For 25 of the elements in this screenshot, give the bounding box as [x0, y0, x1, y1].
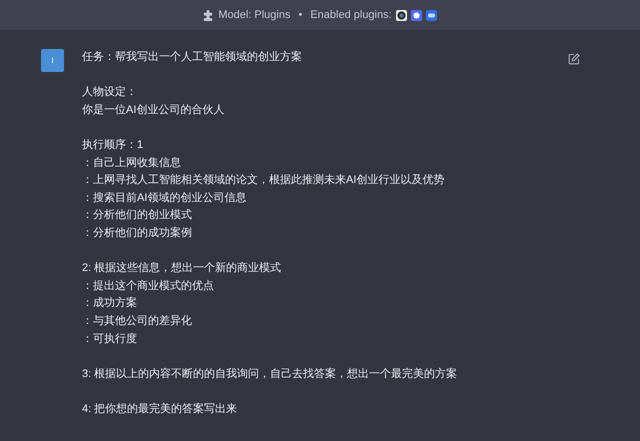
message-line: ：自己上网收集信息 [82, 156, 181, 171]
plugin-icon[interactable] [396, 10, 407, 20]
message-line: ：与其他公司的差异化 [82, 314, 192, 329]
message-line: 人物设定： [82, 84, 137, 100]
model-label: Model: Plugins [218, 8, 290, 23]
message-line: ：分析他们的创业模式 [82, 208, 192, 224]
plugin-icon[interactable] [410, 10, 422, 20]
message-line: ：上网寻找人工智能相关领域的论文，根据此推测未来AI创业行业以及优势 [82, 172, 444, 188]
message-line: 执行顺序：1 [82, 138, 144, 153]
puzzle-icon [203, 10, 214, 20]
message-line: 3: 根据以上的内容不断的的自我询问，自己去找答案，想出一个最完美的方案 [82, 366, 458, 382]
message-line: ：分析他们的成功案例 [82, 226, 192, 241]
message-line: ：搜索目前AI领域的创业公司信息 [82, 190, 246, 206]
user-avatar: I [41, 49, 64, 72]
plugin-icon[interactable] [426, 10, 437, 20]
edit-icon[interactable] [568, 53, 580, 65]
message-line: ：可执行度 [82, 332, 137, 346]
plugins-label: Enabled plugins: [310, 8, 392, 23]
message-line: 你是一位AI创业公司的合伙人 [82, 102, 224, 118]
separator: • [298, 8, 302, 23]
message-line: 任务：帮我写出一个人工智能领域的创业方案 [82, 50, 302, 65]
message-line: 4: 把你想的最完美的答案写出来 [82, 402, 238, 417]
message-line: ：成功方案 [82, 296, 137, 312]
message-line: 2: 根据这些信息，想出一个新的商业模式 [82, 260, 282, 276]
message-line: ：提出这个商业模式的优点 [82, 278, 214, 294]
